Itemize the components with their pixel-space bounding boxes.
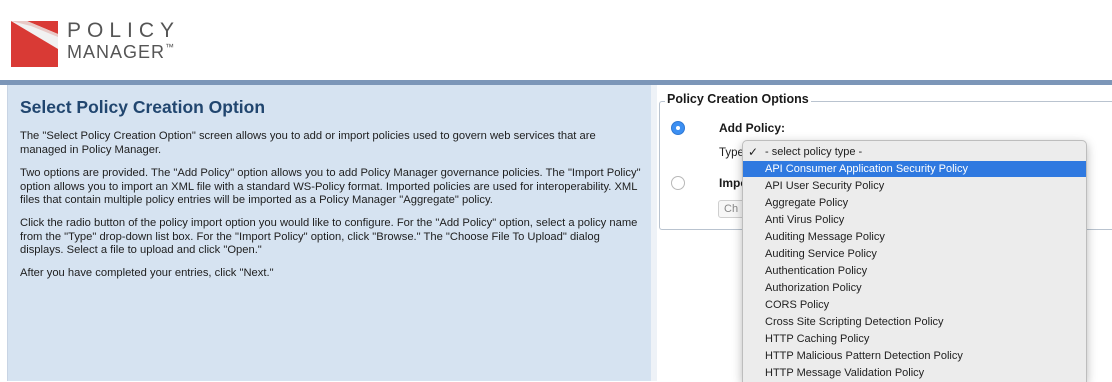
dropdown-option[interactable]: HTTP Malicious Pattern Detection Policy	[743, 348, 1086, 364]
help-paragraph-3: Click the radio button of the policy imp…	[20, 217, 638, 256]
logo-wordmark: POLICY MANAGER™	[67, 20, 180, 61]
dropdown-option[interactable]: Authorization Policy	[743, 280, 1086, 296]
dropdown-option[interactable]: Aggregate Policy	[743, 195, 1086, 211]
dropdown-option[interactable]: Auditing Service Policy	[743, 246, 1086, 262]
checkmark-icon: ✓	[748, 145, 759, 159]
dropdown-option[interactable]: Cross Site Scripting Detection Policy	[743, 314, 1086, 330]
add-policy-label: Add Policy:	[719, 121, 786, 135]
policy-type-dropdown[interactable]: ✓ - select policy type - API Consumer App…	[742, 140, 1087, 382]
logo-line2: MANAGER™	[67, 42, 175, 62]
dropdown-option[interactable]: Auditing Message Policy	[743, 229, 1086, 245]
dropdown-option[interactable]: HTTP Caching Policy	[743, 331, 1086, 347]
app-header: POLICY MANAGER™	[0, 0, 1112, 80]
policy-manager-logo-icon	[11, 21, 58, 67]
page-title: Select Policy Creation Option	[20, 97, 266, 117]
logo-line1: POLICY	[67, 19, 181, 42]
dropdown-option[interactable]: ✓ - select policy type -	[743, 144, 1086, 160]
help-paragraph-1: The "Select Policy Creation Option" scre…	[20, 130, 596, 156]
panel-divider	[651, 85, 657, 381]
import-policy-radio[interactable]	[671, 176, 685, 190]
options-legend: Policy Creation Options	[665, 92, 811, 106]
help-paragraph-4: After you have completed your entries, c…	[20, 267, 274, 279]
dropdown-option[interactable]: Authentication Policy	[743, 263, 1086, 279]
dropdown-option[interactable]: API User Security Policy	[743, 178, 1086, 194]
add-policy-radio[interactable]	[671, 121, 685, 135]
dropdown-option[interactable]: HTTP Message Validation Policy	[743, 365, 1086, 381]
dropdown-option[interactable]: CORS Policy	[743, 297, 1086, 313]
dropdown-option[interactable]: Anti Virus Policy	[743, 212, 1086, 228]
dropdown-option[interactable]: API Consumer Application Security Policy	[743, 161, 1086, 177]
type-label: Type	[719, 147, 744, 159]
help-paragraph-2: Two options are provided. The "Add Polic…	[20, 167, 641, 206]
help-panel: Select Policy Creation Option The "Selec…	[7, 85, 652, 381]
